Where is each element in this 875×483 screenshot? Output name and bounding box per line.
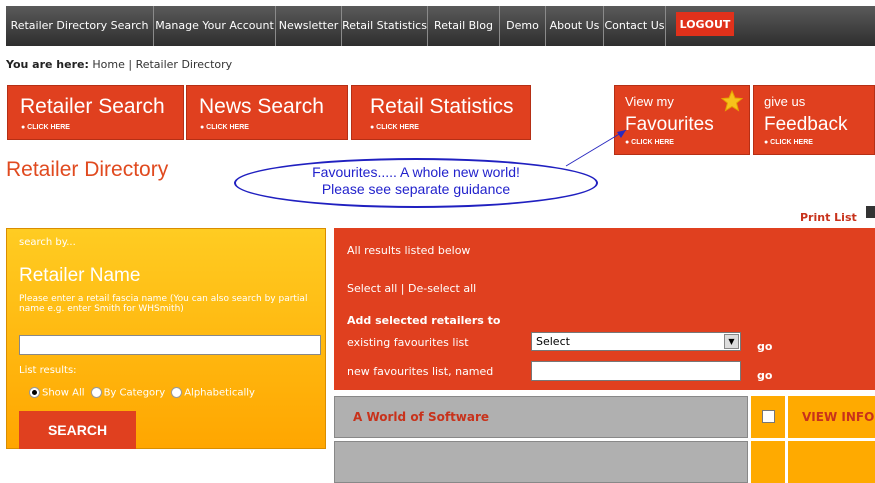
- go-existing-button[interactable]: go: [757, 340, 772, 353]
- radio-show-all-label: Show All: [42, 387, 85, 399]
- retailer-search-button[interactable]: Retailer Search ● CLICK HERE: [7, 85, 184, 140]
- retail-statistics-title: Retail Statistics: [370, 95, 514, 118]
- select-all-links[interactable]: Select all | De-select all: [347, 282, 476, 295]
- new-list-name-input[interactable]: [531, 361, 741, 381]
- existing-list-label: existing favourites list: [347, 336, 469, 349]
- radio-by-category-label: By Category: [103, 387, 166, 399]
- nav-retailer-directory-search[interactable]: Retailer Directory Search: [6, 6, 154, 46]
- view-info-button[interactable]: [788, 441, 875, 483]
- radio-show-all[interactable]: Show All: [29, 387, 85, 399]
- breadcrumb: You are here: Home | Retailer Directory: [6, 58, 232, 71]
- feedback-cta: ● CLICK HERE: [764, 139, 813, 146]
- radio-alphabetically-label: Alphabetically: [184, 387, 255, 399]
- radio-button[interactable]: [90, 387, 102, 398]
- nav-retail-statistics[interactable]: Retail Statistics: [342, 6, 428, 46]
- radio-button[interactable]: [171, 387, 183, 398]
- search-help-text: Please enter a retail fascia name (You c…: [19, 294, 308, 314]
- callout-text: Favourites..... A whole new world! Pleas…: [234, 164, 598, 198]
- callout-line1: Favourites..... A whole new world!: [312, 164, 520, 180]
- favourites-cta: ● CLICK HERE: [625, 139, 674, 146]
- logout-button[interactable]: LOGOUT: [676, 12, 734, 36]
- chevron-down-icon[interactable]: ▼: [724, 334, 739, 349]
- view-favourites-button[interactable]: View my Favourites ● CLICK HERE: [614, 85, 750, 155]
- breadcrumb-path[interactable]: Home | Retailer Directory: [92, 58, 232, 71]
- feedback-line1: give us: [764, 94, 806, 109]
- retailer-search-title: Retailer Search: [20, 95, 165, 118]
- nav-newsletter[interactable]: Newsletter: [276, 6, 342, 46]
- row-checkbox-cell: [751, 441, 785, 483]
- retailer-name-heading: Retailer Name: [19, 265, 141, 286]
- callout-line2: Please see separate guidance: [321, 181, 511, 197]
- breadcrumb-prefix: You are here:: [6, 58, 89, 71]
- nav-contact-us[interactable]: Contact Us: [604, 6, 666, 46]
- printer-icon[interactable]: [866, 206, 875, 218]
- favourites-line1: View my: [625, 94, 674, 109]
- feedback-line2: Feedback: [764, 114, 848, 135]
- star-icon: [721, 90, 743, 112]
- favourites-list-select[interactable]: Select ▼: [531, 332, 741, 351]
- radio-button-selected[interactable]: [29, 387, 40, 398]
- nav-retail-blog[interactable]: Retail Blog: [428, 6, 500, 46]
- print-list-link[interactable]: Print List: [800, 211, 857, 224]
- nav-demo[interactable]: Demo: [500, 6, 546, 46]
- table-row: [334, 441, 748, 483]
- results-panel: All results listed below Select all | De…: [334, 228, 875, 390]
- search-button[interactable]: SEARCH: [19, 411, 136, 449]
- page-title: Retailer Directory: [6, 158, 169, 181]
- nav-about-us[interactable]: About Us: [546, 6, 604, 46]
- list-results-label: List results:: [19, 365, 77, 376]
- list-results-radios: Show All By Category Alphabetically: [29, 387, 255, 399]
- give-feedback-button[interactable]: give us Feedback ● CLICK HERE: [753, 85, 875, 155]
- new-list-label: new favourites list, named: [347, 365, 494, 378]
- select-value: Select: [536, 335, 570, 348]
- retailer-name[interactable]: A World of Software: [353, 410, 489, 424]
- search-panel: search by... Retailer Name Please enter …: [6, 228, 326, 449]
- news-search-title: News Search: [199, 95, 324, 118]
- radio-by-category[interactable]: By Category: [90, 387, 166, 399]
- favourites-line2: Favourites: [625, 114, 714, 135]
- retailer-search-cta: ● CLICK HERE: [21, 124, 70, 131]
- row-checkbox[interactable]: [762, 410, 775, 423]
- go-new-button[interactable]: go: [757, 369, 772, 382]
- table-row: A World of Software: [334, 396, 748, 438]
- view-info-button[interactable]: VIEW INFO: [788, 396, 875, 438]
- retail-statistics-button[interactable]: Retail Statistics ● CLICK HERE: [351, 85, 531, 140]
- add-selected-label: Add selected retailers to: [347, 314, 501, 327]
- all-results-text: All results listed below: [347, 244, 471, 257]
- nav-manage-your-account[interactable]: Manage Your Account: [154, 6, 276, 46]
- search-by-label: search by...: [19, 237, 76, 248]
- row-checkbox-cell: [751, 396, 785, 438]
- retail-statistics-cta: ● CLICK HERE: [370, 124, 419, 131]
- retailer-name-input[interactable]: [19, 335, 321, 355]
- news-search-button[interactable]: News Search ● CLICK HERE: [186, 85, 348, 140]
- radio-alphabetically[interactable]: Alphabetically: [171, 387, 255, 399]
- news-search-cta: ● CLICK HERE: [200, 124, 249, 131]
